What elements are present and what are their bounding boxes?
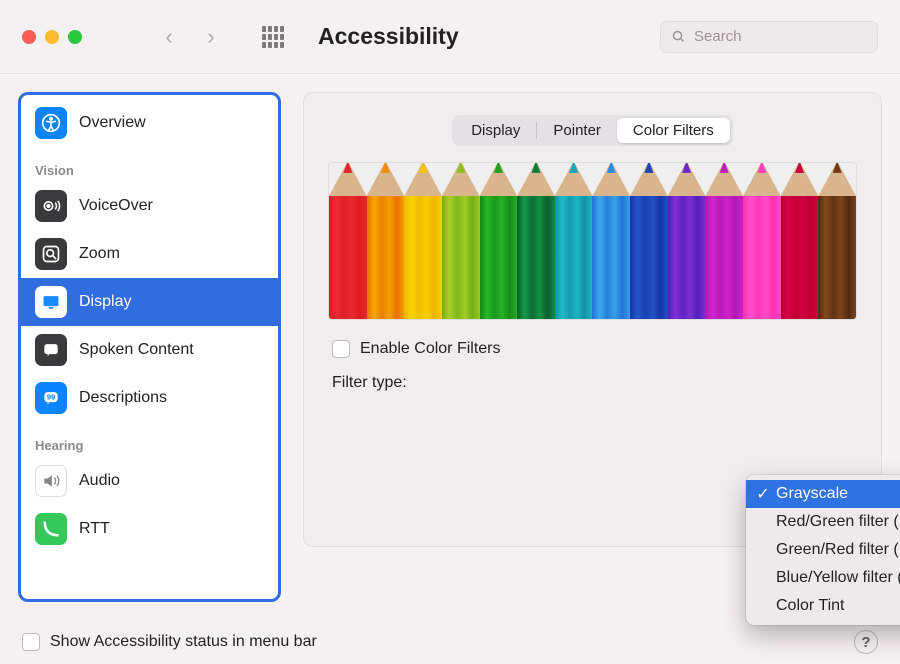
- sidebar-item-label: Spoken Content: [79, 341, 194, 359]
- filter-option-color-tint[interactable]: ✓ Color Tint: [746, 592, 900, 620]
- content-pane: Display Pointer Color Filters Enable Col…: [303, 92, 882, 602]
- sidebar-item-voiceover[interactable]: VoiceOver: [21, 182, 278, 230]
- back-button[interactable]: ‹: [160, 24, 178, 50]
- filter-option-label: Blue/Yellow filter (Tritanopia): [776, 569, 900, 587]
- accessibility-icon: [35, 107, 67, 139]
- search-input[interactable]: Search: [660, 21, 878, 53]
- bottom-bar: Show Accessibility status in menu bar ?: [0, 620, 900, 664]
- sidebar-item-zoom[interactable]: Zoom: [21, 230, 278, 278]
- color-preview-pencils: [328, 162, 857, 320]
- help-button[interactable]: ?: [854, 630, 878, 654]
- sidebar-item-audio[interactable]: Audio: [21, 457, 278, 505]
- fullscreen-window-button[interactable]: [68, 30, 82, 44]
- show-status-checkbox[interactable]: [22, 633, 40, 651]
- sidebar: Overview Vision VoiceOver Zoom Display: [18, 92, 281, 602]
- filter-option-tritanopia[interactable]: ✓ Blue/Yellow filter (Tritanopia): [746, 564, 900, 592]
- sidebar-item-descriptions[interactable]: 99 Descriptions: [21, 374, 278, 422]
- filter-option-protanopia[interactable]: ✓ Red/Green filter (Protanopia): [746, 508, 900, 536]
- display-icon: [35, 286, 67, 318]
- audio-icon: [35, 465, 67, 497]
- descriptions-icon: 99: [35, 382, 67, 414]
- filter-option-grayscale[interactable]: ✓ Grayscale: [746, 480, 900, 508]
- sidebar-item-label: VoiceOver: [79, 197, 153, 215]
- forward-button[interactable]: ›: [202, 24, 220, 50]
- toolbar: ‹ › Accessibility Search: [0, 0, 900, 74]
- tab-color-filters[interactable]: Color Filters: [617, 118, 730, 143]
- checkmark-icon: ✓: [754, 484, 772, 504]
- rtt-icon: [35, 513, 67, 545]
- sidebar-item-label: Descriptions: [79, 389, 167, 407]
- sidebar-item-label: RTT: [79, 520, 110, 538]
- sidebar-item-overview[interactable]: Overview: [21, 99, 278, 147]
- nav-arrows: ‹ ›: [160, 24, 220, 50]
- filter-option-deuteranopia[interactable]: ✓ Green/Red filter (Deuteranopia): [746, 536, 900, 564]
- filter-option-label: Red/Green filter (Protanopia): [776, 513, 900, 531]
- filter-option-label: Color Tint: [776, 597, 844, 615]
- search-icon: [671, 29, 686, 44]
- sidebar-item-label: Display: [79, 293, 131, 311]
- filter-option-label: Green/Red filter (Deuteranopia): [776, 541, 900, 559]
- filter-type-label: Filter type:: [332, 374, 416, 392]
- sidebar-item-display[interactable]: Display: [21, 278, 278, 326]
- tab-display[interactable]: Display: [455, 118, 536, 143]
- sidebar-item-label: Zoom: [79, 245, 120, 263]
- svg-text:99: 99: [47, 393, 55, 402]
- sidebar-section-hearing: Hearing: [21, 422, 278, 457]
- close-window-button[interactable]: [22, 30, 36, 44]
- show-all-icon[interactable]: [262, 26, 284, 48]
- voiceover-icon: [35, 190, 67, 222]
- spoken-content-icon: [35, 334, 67, 366]
- filter-type-row: Filter type:: [304, 360, 881, 394]
- filter-option-label: Grayscale: [776, 485, 848, 503]
- minimize-window-button[interactable]: [45, 30, 59, 44]
- sidebar-item-rtt[interactable]: RTT: [21, 505, 278, 553]
- zoom-icon: [35, 238, 67, 270]
- enable-color-filters-row: Enable Color Filters: [304, 338, 881, 360]
- sidebar-item-label: Audio: [79, 472, 120, 490]
- sidebar-item-spoken-content[interactable]: Spoken Content: [21, 326, 278, 374]
- search-placeholder: Search: [694, 28, 742, 45]
- show-status-label: Show Accessibility status in menu bar: [50, 633, 317, 651]
- enable-color-filters-label: Enable Color Filters: [360, 340, 501, 358]
- sidebar-item-label: Overview: [79, 114, 146, 132]
- display-tabs: Display Pointer Color Filters: [304, 93, 881, 156]
- page-title: Accessibility: [318, 23, 459, 50]
- sidebar-section-vision: Vision: [21, 147, 278, 182]
- enable-color-filters-checkbox[interactable]: [332, 340, 350, 358]
- window-controls: [22, 30, 82, 44]
- filter-type-dropdown: ✓ Grayscale ✓ Red/Green filter (Protanop…: [746, 475, 900, 625]
- tab-pointer[interactable]: Pointer: [537, 118, 617, 143]
